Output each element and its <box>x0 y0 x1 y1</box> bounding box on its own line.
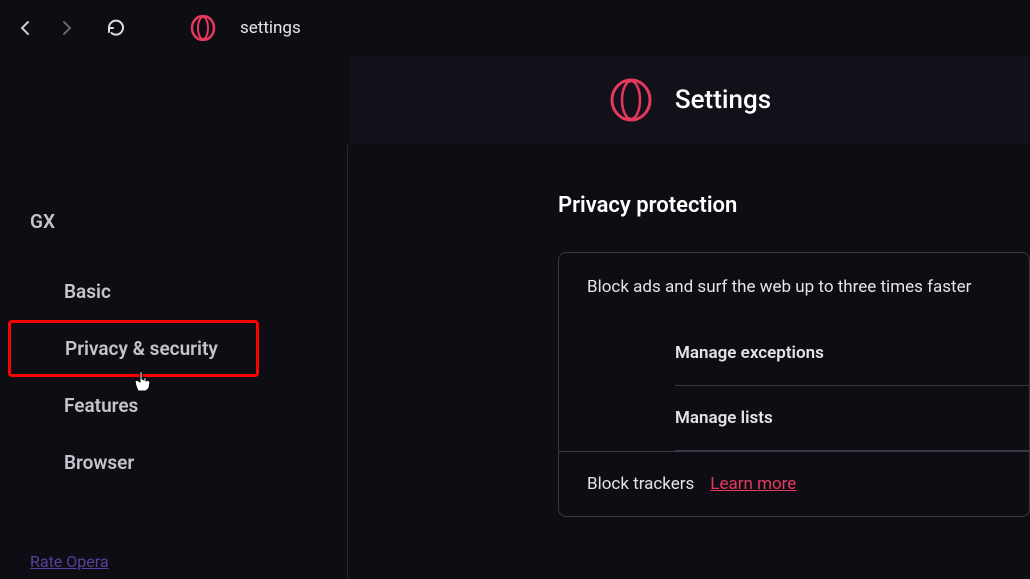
manage-lists-row[interactable]: Manage lists <box>675 386 1029 451</box>
page-title: Settings <box>675 85 771 115</box>
section-title: Privacy protection <box>558 193 1030 218</box>
block-trackers-row: Block trackers Learn more <box>559 451 1029 516</box>
sidebar: GX Basic Privacy & security Features Bro… <box>0 145 348 579</box>
sidebar-item-label: Browser <box>64 451 134 474</box>
opera-logo-icon <box>190 15 216 41</box>
reload-icon <box>106 18 126 38</box>
sidebar-item-browser[interactable]: Browser <box>0 434 347 491</box>
learn-more-link[interactable]: Learn more <box>710 474 796 494</box>
settings-header: Settings <box>350 55 1030 145</box>
back-button[interactable] <box>12 14 40 42</box>
manage-exceptions-row[interactable]: Manage exceptions <box>675 321 1029 386</box>
url-text: settings <box>240 18 301 38</box>
address-area[interactable]: settings <box>190 15 301 41</box>
forward-button[interactable] <box>52 14 80 42</box>
content-area: GX Basic Privacy & security Features Bro… <box>0 145 1030 579</box>
main-panel: Privacy protection Block ads and surf th… <box>348 145 1030 579</box>
sidebar-item-label: Features <box>64 394 138 417</box>
sidebar-item-basic[interactable]: Basic <box>0 263 347 320</box>
sidebar-item-label: Basic <box>64 280 111 303</box>
chevron-left-icon <box>18 20 34 36</box>
opera-logo-large-icon <box>609 78 653 122</box>
sidebar-item-label: Privacy & security <box>65 337 218 360</box>
sidebar-item-privacy-security[interactable]: Privacy & security <box>8 320 259 377</box>
sidebar-item-features[interactable]: Features <box>0 377 347 434</box>
rate-opera-link[interactable]: Rate Opera <box>30 552 109 571</box>
reload-button[interactable] <box>102 14 130 42</box>
block-trackers-label: Block trackers <box>587 474 694 494</box>
block-ads-row: Block ads and surf the web up to three t… <box>559 253 1029 321</box>
chevron-right-icon <box>58 20 74 36</box>
privacy-card: Block ads and surf the web up to three t… <box>558 252 1030 517</box>
sidebar-heading: GX <box>0 210 347 263</box>
toolbar: settings <box>0 0 1030 55</box>
